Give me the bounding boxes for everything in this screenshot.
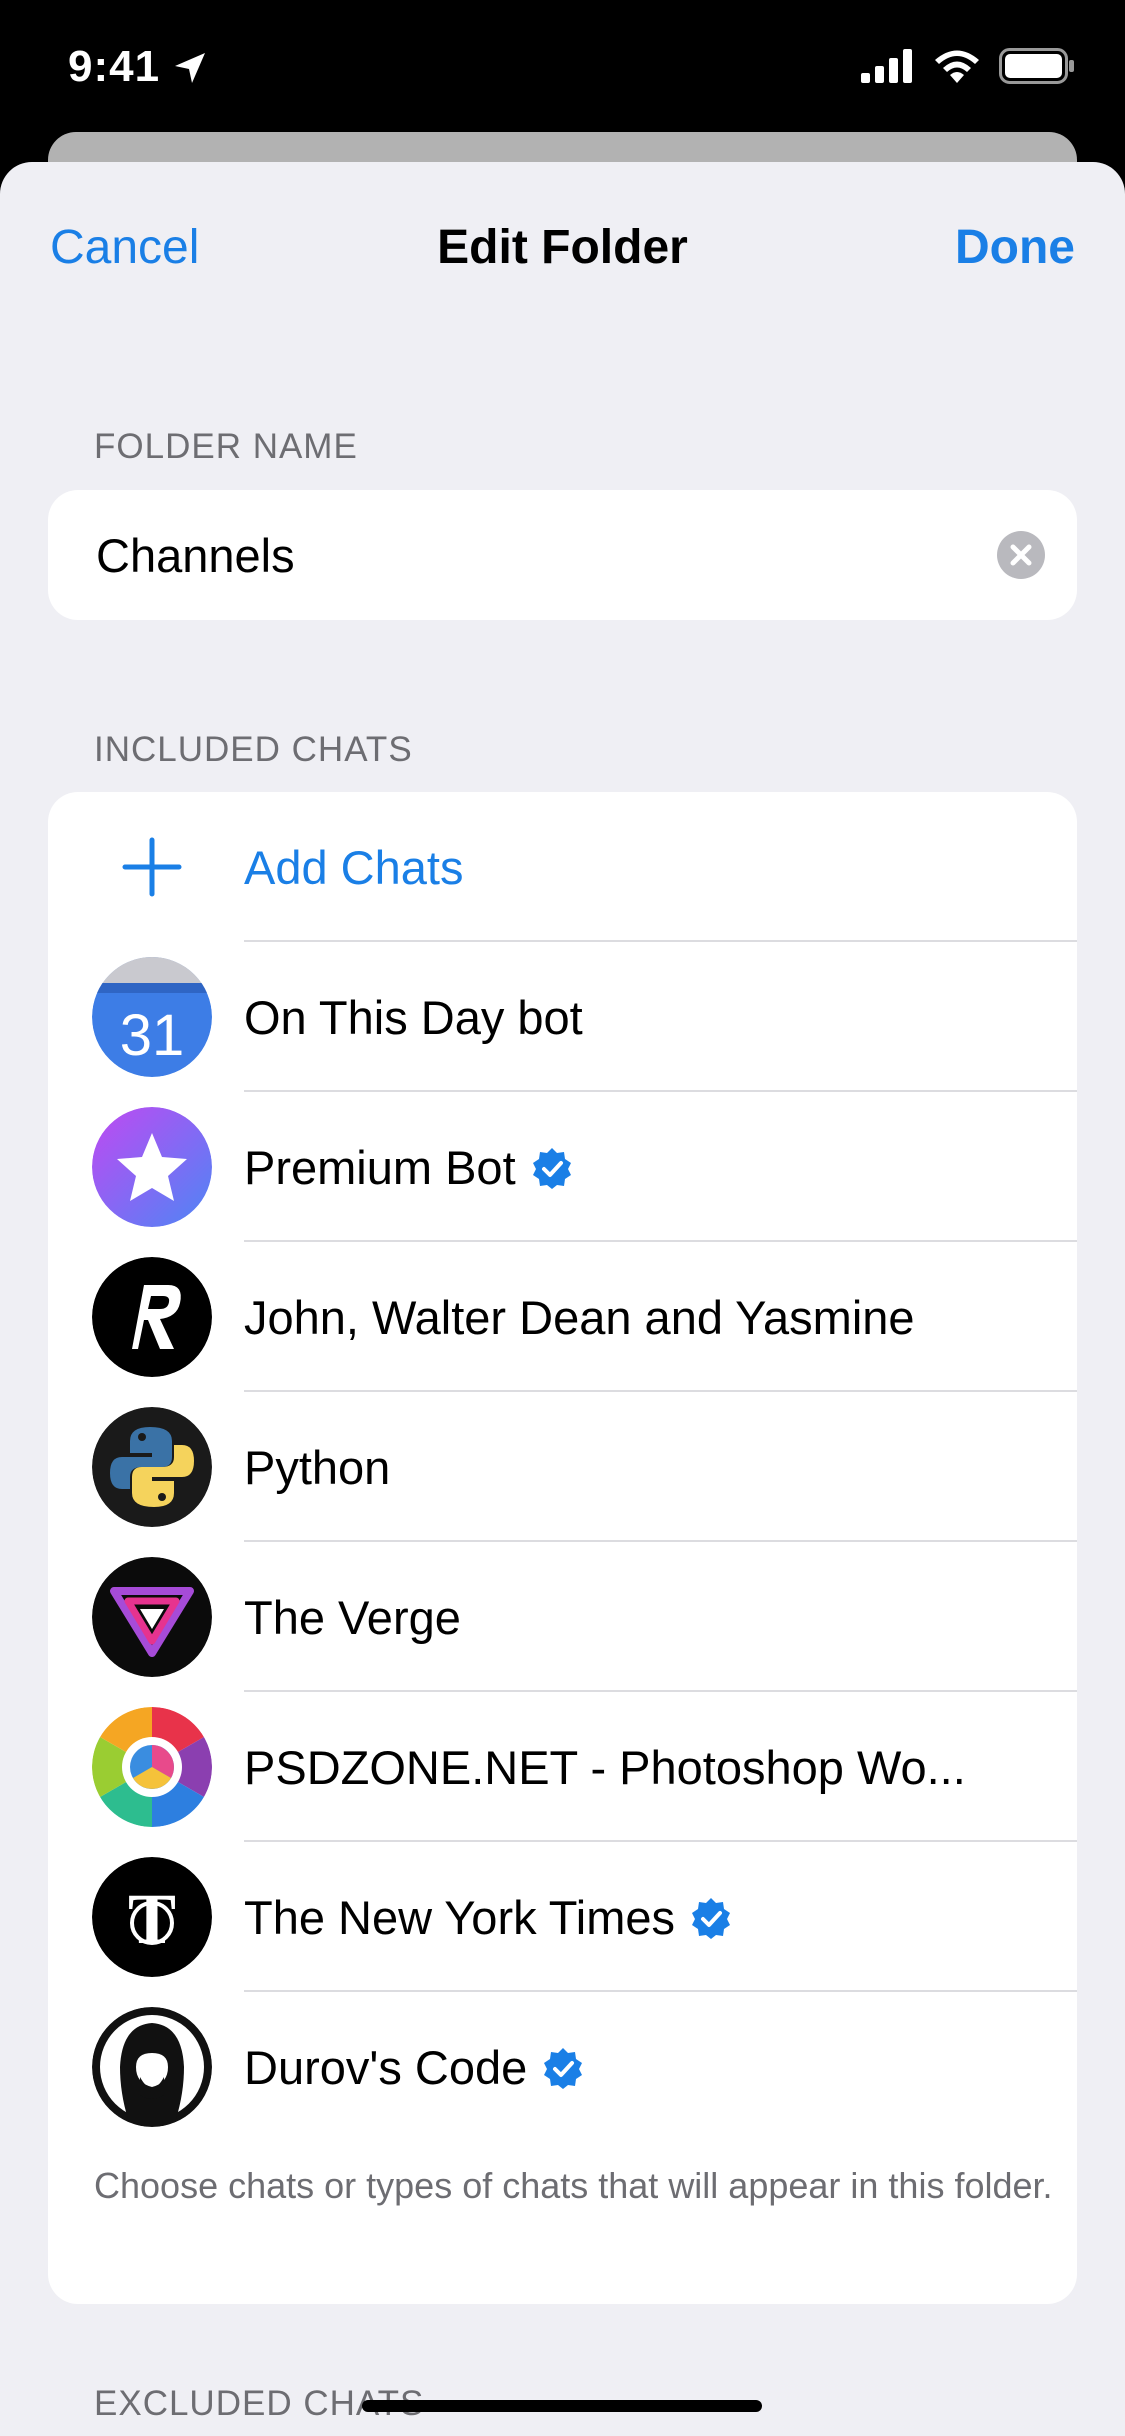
chat-label: PSDZONE.NET - Photoshop Wo... [244, 1740, 966, 1795]
star-icon [92, 1107, 212, 1227]
folder-name-field[interactable]: Channels [48, 490, 1077, 620]
r-logo [92, 1257, 212, 1377]
location-arrow-icon [175, 53, 205, 83]
edit-folder-sheet: Cancel Edit Folder Done FOLDER NAME Chan… [0, 162, 1125, 2436]
home-indicator[interactable] [362, 2400, 762, 2412]
chat-label: John, Walter Dean and Yasmine [244, 1290, 915, 1345]
calendar-icon: 31 [92, 957, 212, 1077]
status-time: 9:41 [68, 42, 161, 91]
chat-row-new-york-times[interactable]: T The New York Times [48, 1842, 1077, 1992]
status-icons [861, 48, 1075, 84]
chat-name: PSDZONE.NET - Photoshop Wo... [244, 1741, 966, 1794]
included-chats-header: INCLUDED CHATS [94, 730, 413, 769]
chat-name: Premium Bot [244, 1141, 516, 1194]
chat-name: On This Day bot [244, 991, 583, 1044]
chat-row-python[interactable]: Python [48, 1392, 1077, 1542]
chat-label: On This Day bot [244, 990, 583, 1045]
folder-name-header: FOLDER NAME [94, 427, 358, 466]
color-wheel-logo [92, 1707, 212, 1827]
chat-label: The Verge [244, 1590, 461, 1645]
chat-name: Python [244, 1441, 391, 1494]
battery-icon [999, 48, 1074, 84]
chat-label: Premium Bot [244, 1140, 574, 1195]
svg-text:31: 31 [120, 1003, 185, 1068]
nyt-logo: T [92, 1857, 212, 1977]
chat-label: Durov's Code [244, 2040, 585, 2095]
add-chats-label: Add Chats [244, 841, 464, 894]
python-logo [92, 1407, 212, 1527]
chat-name: John, Walter Dean and Yasmine [244, 1291, 915, 1344]
cellular-signal-icon [861, 49, 912, 83]
chat-name: The New York Times [244, 1891, 676, 1944]
chat-row-the-verge[interactable]: The Verge [48, 1542, 1077, 1692]
status-bar: 9:41 [0, 0, 1125, 140]
chat-row-durovs-code[interactable]: Durov's Code [48, 1992, 1077, 2142]
included-chats-footer: Choose chats or types of chats that will… [94, 2165, 1053, 2206]
svg-text:T: T [128, 1879, 176, 1959]
close-icon [1010, 544, 1032, 566]
chat-row-john-walter-yasmine[interactable]: John, Walter Dean and Yasmine [48, 1242, 1077, 1392]
done-button[interactable]: Done [955, 220, 1075, 275]
chat-label: Python [244, 1440, 390, 1495]
chat-name: The Verge [244, 1591, 461, 1644]
plus-icon [122, 837, 182, 897]
wifi-icon [935, 50, 979, 83]
chat-row-premium-bot[interactable]: Premium Bot [48, 1092, 1077, 1242]
chat-name: Durov's Code [244, 2041, 528, 2094]
clear-text-button[interactable] [997, 531, 1045, 579]
verified-badge-icon [692, 1897, 731, 1939]
included-chats-list: Add Chats 31 On This Day bot Premium Bot… [48, 792, 1077, 2304]
chat-row-psdzone[interactable]: PSDZONE.NET - Photoshop Wo... [48, 1692, 1077, 1842]
verified-badge-icon [532, 1147, 571, 1189]
folder-name-input[interactable]: Channels [96, 528, 295, 583]
hooded-figure-logo [92, 2007, 212, 2127]
verified-badge-icon [544, 2047, 583, 2089]
add-chats-row[interactable]: Add Chats [48, 792, 1077, 942]
chat-label: The New York Times [244, 1890, 733, 1945]
verge-logo [92, 1557, 212, 1677]
chat-row-on-this-day-bot[interactable]: 31 On This Day bot [48, 942, 1077, 1092]
